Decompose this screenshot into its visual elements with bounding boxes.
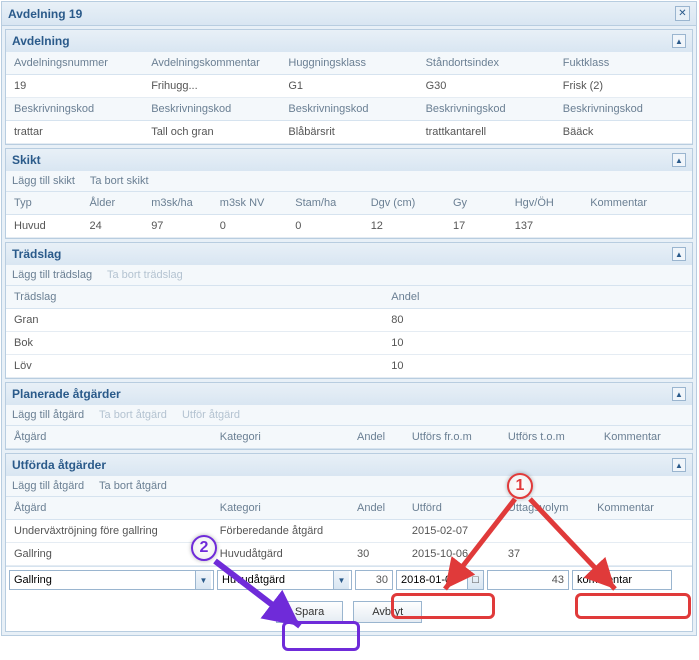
- col-header: Åtgärd: [6, 426, 212, 449]
- panel-title: Skikt: [12, 153, 41, 167]
- andel-value[interactable]: 30: [355, 570, 393, 590]
- cell: trattar: [6, 121, 143, 144]
- close-icon[interactable]: ✕: [675, 6, 690, 21]
- cell: G1: [280, 75, 417, 98]
- col-header: Andel: [383, 286, 692, 309]
- cell: 10: [383, 355, 692, 378]
- cell: Frisk (2): [555, 75, 692, 98]
- col-header: Andel: [349, 497, 404, 520]
- col-header: Beskrivningskod: [143, 98, 280, 121]
- perform-atgard-link: Utför åtgärd: [182, 409, 240, 421]
- cell: trattkantarell: [418, 121, 555, 144]
- annotation-arrow-1: [430, 491, 630, 601]
- cell: 137: [507, 215, 582, 238]
- collapse-icon[interactable]: ▲: [672, 247, 686, 261]
- panel-header-avdelning[interactable]: Avdelning ▲: [6, 30, 692, 52]
- remove-atgard-link: Ta bort åtgärd: [99, 409, 167, 421]
- col-header: Kommentar: [596, 426, 692, 449]
- cell: 10: [383, 332, 692, 355]
- col-header: Typ: [6, 192, 81, 215]
- window-title: Avdelning 19: [8, 7, 82, 21]
- col-header: Dgv (cm): [363, 192, 445, 215]
- table-row[interactable]: Löv 10: [6, 355, 692, 378]
- cell: 30: [349, 543, 404, 566]
- col-header: Fuktklass: [555, 52, 692, 75]
- cell: Förberedande åtgärd: [212, 520, 349, 543]
- col-header: Ståndortsindex: [418, 52, 555, 75]
- panel-header-skikt[interactable]: Skikt ▲: [6, 149, 692, 171]
- col-header: Beskrivningskod: [555, 98, 692, 121]
- col-header: Andel: [349, 426, 404, 449]
- panel-title: Utförda åtgärder: [12, 458, 106, 472]
- cell: 24: [81, 215, 143, 238]
- panel-header-planerade[interactable]: Planerade åtgärder ▲: [6, 383, 692, 405]
- panel-header-tradslag[interactable]: Trädslag ▲: [6, 243, 692, 265]
- cell: Underväxtröjning före gallring: [6, 520, 212, 543]
- col-header: Avdelningsnummer: [6, 52, 143, 75]
- col-header: Kategori: [212, 426, 349, 449]
- cell: Bok: [6, 332, 383, 355]
- annotation-arrow-2: [210, 556, 320, 636]
- collapse-icon[interactable]: ▲: [672, 34, 686, 48]
- panel-header-utforda[interactable]: Utförda åtgärder ▲: [6, 454, 692, 476]
- cell: Huvud: [6, 215, 81, 238]
- collapse-icon[interactable]: ▲: [672, 153, 686, 167]
- chevron-down-icon[interactable]: ▼: [333, 571, 349, 589]
- cell: 12: [363, 215, 445, 238]
- panel-title: Avdelning: [12, 34, 70, 48]
- col-header: Hgv/ÖH: [507, 192, 582, 215]
- atgard-combo[interactable]: ▼: [9, 570, 214, 590]
- table-row[interactable]: Huvud 24 97 0 0 12 17 137: [6, 215, 692, 238]
- cell: Frihugg...: [143, 75, 280, 98]
- cell: 0: [287, 215, 362, 238]
- col-header: m3sk NV: [212, 192, 287, 215]
- cell: 80: [383, 309, 692, 332]
- col-header: Stam/ha: [287, 192, 362, 215]
- cell: Tall och gran: [143, 121, 280, 144]
- remove-tradslag-link: Ta bort trädslag: [107, 269, 183, 281]
- col-header: Gy: [445, 192, 507, 215]
- col-header: Beskrivningskod: [280, 98, 417, 121]
- cell: Gran: [6, 309, 383, 332]
- collapse-icon[interactable]: ▲: [672, 458, 686, 472]
- col-header: Beskrivningskod: [418, 98, 555, 121]
- cell: G30: [418, 75, 555, 98]
- cell: 0: [212, 215, 287, 238]
- col-header: m3sk/ha: [143, 192, 212, 215]
- cell: 19: [6, 75, 143, 98]
- col-header: Åtgärd: [6, 497, 212, 520]
- window-titlebar: Avdelning 19 ✕: [2, 2, 696, 26]
- add-utforda-link[interactable]: Lägg till åtgärd: [12, 480, 84, 492]
- add-tradslag-link[interactable]: Lägg till trädslag: [12, 269, 92, 281]
- collapse-icon[interactable]: ▲: [672, 387, 686, 401]
- table-row[interactable]: Bok 10: [6, 332, 692, 355]
- col-header: Ålder: [81, 192, 143, 215]
- remove-utforda-link[interactable]: Ta bort åtgärd: [99, 480, 167, 492]
- cell: [582, 215, 692, 238]
- panel-title: Planerade åtgärder: [12, 387, 121, 401]
- col-header: Kategori: [212, 497, 349, 520]
- col-header: Utförs fr.o.m: [404, 426, 500, 449]
- col-header: Avdelningskommentar: [143, 52, 280, 75]
- table-row[interactable]: Gran 80: [6, 309, 692, 332]
- add-atgard-link[interactable]: Lägg till åtgärd: [12, 409, 84, 421]
- cell: Gallring: [6, 543, 212, 566]
- cell: 17: [445, 215, 507, 238]
- col-header: Kommentar: [582, 192, 692, 215]
- col-header: Utförs t.o.m: [500, 426, 596, 449]
- atgard-input[interactable]: [10, 571, 195, 589]
- col-header: Trädslag: [6, 286, 383, 309]
- col-header: Huggningsklass: [280, 52, 417, 75]
- cell: Löv: [6, 355, 383, 378]
- cell: [349, 520, 404, 543]
- remove-skikt-link[interactable]: Ta bort skikt: [90, 175, 149, 187]
- cell: Bääck: [555, 121, 692, 144]
- chevron-down-icon[interactable]: ▼: [195, 571, 211, 589]
- cell: Blåbärsrit: [280, 121, 417, 144]
- cancel-button[interactable]: Avbryt: [353, 601, 422, 623]
- col-header: Beskrivningskod: [6, 98, 143, 121]
- cell: 97: [143, 215, 212, 238]
- panel-title: Trädslag: [12, 247, 61, 261]
- add-skikt-link[interactable]: Lägg till skikt: [12, 175, 75, 187]
